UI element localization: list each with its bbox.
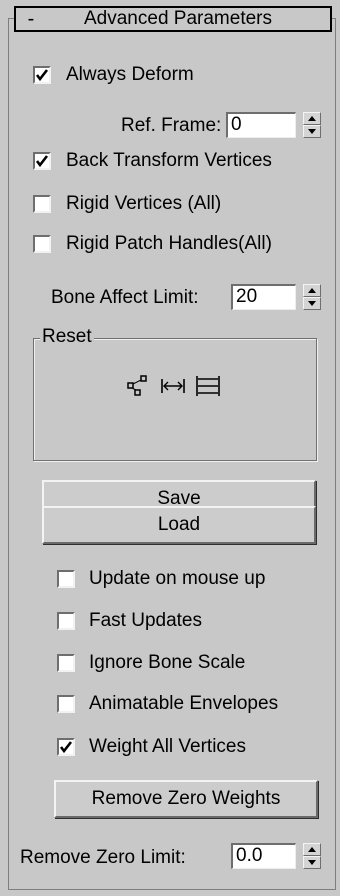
reset-selected-bone-icon[interactable] bbox=[160, 377, 186, 395]
reset-all-bones-icon[interactable] bbox=[195, 375, 221, 397]
update-mouse-up-label: Update on mouse up bbox=[89, 568, 266, 589]
spinner-up-icon[interactable] bbox=[303, 843, 321, 856]
bone-affect-limit-label: Bone Affect Limit: bbox=[51, 287, 199, 308]
load-button[interactable]: Load bbox=[42, 506, 316, 544]
reset-group-title: Reset bbox=[40, 326, 94, 348]
rigid-vertices-checkbox[interactable] bbox=[33, 195, 51, 213]
remove-zero-limit-label: Remove Zero Limit: bbox=[20, 847, 186, 868]
fast-updates-checkbox[interactable] bbox=[57, 612, 75, 630]
spinner-down-icon[interactable] bbox=[303, 125, 321, 138]
remove-zero-limit-spinner[interactable] bbox=[303, 843, 321, 869]
rigid-patch-checkbox[interactable] bbox=[33, 235, 51, 253]
ignore-bone-scale-label: Ignore Bone Scale bbox=[89, 652, 246, 673]
ignore-bone-scale-checkbox[interactable] bbox=[57, 654, 75, 672]
ref-frame-spinner[interactable] bbox=[303, 112, 321, 138]
back-transform-label: Back Transform Vertices bbox=[66, 150, 272, 171]
remove-zero-weights-button[interactable]: Remove Zero Weights bbox=[54, 780, 318, 818]
checkmark-icon bbox=[35, 69, 49, 82]
reset-selected-vertices-icon[interactable] bbox=[126, 375, 150, 397]
rigid-patch-label: Rigid Patch Handles(All) bbox=[66, 233, 272, 254]
update-mouse-up-checkbox[interactable] bbox=[57, 570, 75, 588]
checkmark-icon bbox=[59, 741, 73, 754]
bone-affect-limit-input[interactable]: 20 bbox=[231, 284, 296, 310]
fast-updates-label: Fast Updates bbox=[89, 610, 202, 631]
rigid-vertices-label: Rigid Vertices (All) bbox=[66, 193, 222, 214]
always-deform-checkbox[interactable] bbox=[33, 66, 51, 84]
spinner-down-icon[interactable] bbox=[303, 297, 321, 310]
rollout-header[interactable]: - Advanced Parameters bbox=[14, 6, 332, 32]
spinner-up-icon[interactable] bbox=[303, 112, 321, 125]
bone-affect-limit-spinner[interactable] bbox=[303, 284, 321, 310]
checkmark-icon bbox=[35, 155, 49, 168]
ref-frame-input[interactable]: 0 bbox=[226, 112, 296, 138]
ref-frame-label: Ref. Frame: bbox=[121, 115, 222, 136]
weight-all-vertices-checkbox[interactable] bbox=[57, 738, 75, 756]
reset-group bbox=[33, 338, 317, 461]
animatable-envelopes-label: Animatable Envelopes bbox=[89, 693, 279, 714]
rollout-title: Advanced Parameters bbox=[84, 8, 272, 29]
remove-zero-limit-input[interactable]: 0.0 bbox=[231, 843, 296, 869]
back-transform-checkbox[interactable] bbox=[33, 152, 51, 170]
weight-all-vertices-label: Weight All Vertices bbox=[89, 736, 247, 757]
animatable-envelopes-checkbox[interactable] bbox=[57, 695, 75, 713]
spinner-down-icon[interactable] bbox=[303, 856, 321, 869]
collapse-icon[interactable]: - bbox=[16, 9, 46, 29]
spinner-up-icon[interactable] bbox=[303, 284, 321, 297]
always-deform-label: Always Deform bbox=[66, 64, 194, 85]
